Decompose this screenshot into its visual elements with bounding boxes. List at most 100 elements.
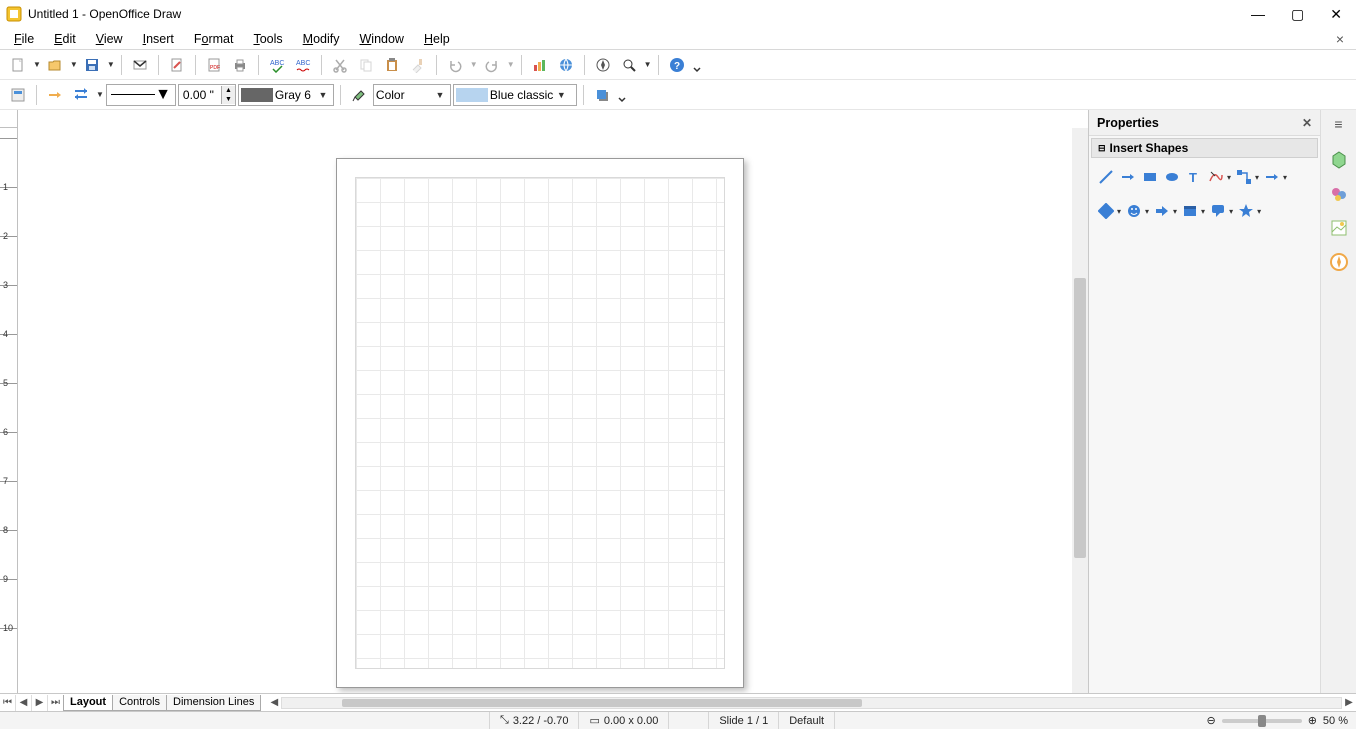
tab-nav-next[interactable]: ▶ [32,695,48,711]
layer-tab-dimension[interactable]: Dimension Lines [166,695,261,711]
zoom-out-button[interactable]: ⊖ [1206,714,1215,727]
lines-arrows-dropdown[interactable]: ▾ [1283,173,1287,182]
close-document-button[interactable]: × [1328,31,1352,47]
basic-shapes-dropdown[interactable]: ▾ [1117,207,1121,216]
status-template[interactable]: Default [779,712,835,729]
save-dropdown[interactable]: ▼ [107,60,115,69]
edit-file-button[interactable] [165,53,189,77]
zoom-slider-knob[interactable] [1258,715,1266,727]
gallery-tab-icon[interactable] [1327,216,1351,240]
spellcheck-button[interactable]: ABC [265,53,289,77]
tab-nav-last[interactable]: ⏭ [48,695,64,711]
stars-dropdown[interactable]: ▾ [1257,207,1261,216]
flowchart-icon[interactable] [1181,202,1199,220]
line-width-input[interactable] [179,85,221,105]
line-tool-icon[interactable] [1097,168,1115,186]
flowchart-dropdown[interactable]: ▾ [1201,207,1205,216]
undo-button[interactable] [443,53,467,77]
sidebar-close-button[interactable]: ✕ [1302,116,1312,130]
menu-view[interactable]: View [86,30,133,48]
vertical-scrollbar[interactable] [1072,128,1088,693]
callouts-dropdown[interactable]: ▾ [1229,207,1233,216]
help-button[interactable]: ? [665,53,689,77]
auto-spellcheck-button[interactable]: ABC [291,53,315,77]
lines-arrows-tool-icon[interactable] [1263,168,1281,186]
area-color-selector[interactable]: Blue classic ▼ [453,84,577,106]
menu-insert[interactable]: Insert [133,30,184,48]
navigator-tab-icon[interactable] [1327,250,1351,274]
block-arrows-dropdown[interactable]: ▾ [1173,207,1177,216]
area-fill-button[interactable] [347,83,371,107]
tab-nav-prev[interactable]: ◀ [16,695,32,711]
redo-button[interactable] [480,53,504,77]
stars-icon[interactable] [1237,202,1255,220]
symbol-shapes-dropdown[interactable]: ▾ [1145,207,1149,216]
rectangle-tool-icon[interactable] [1141,168,1159,186]
open-dropdown[interactable]: ▼ [70,60,78,69]
line-color-selector[interactable]: Gray 6 ▼ [238,84,334,106]
insert-shapes-header[interactable]: ⊟ Insert Shapes [1091,138,1318,158]
export-pdf-button[interactable]: PDF [202,53,226,77]
menu-file[interactable]: File [4,30,44,48]
line-ends-dropdown[interactable]: ▼ [96,90,104,99]
new-button[interactable] [6,53,30,77]
toolbar-overflow-button[interactable] [691,53,703,77]
page[interactable] [336,158,744,688]
shadow-button[interactable] [590,83,614,107]
zoom-value[interactable]: 50 % [1323,715,1348,727]
arrow-style-button[interactable] [43,83,67,107]
paste-button[interactable] [380,53,404,77]
vertical-ruler[interactable]: 12345678910 [0,128,18,693]
redo-dropdown[interactable]: ▼ [507,60,515,69]
menu-window[interactable]: Window [349,30,413,48]
symbol-shapes-icon[interactable] [1125,202,1143,220]
chart-button[interactable] [528,53,552,77]
styles-button[interactable] [6,83,30,107]
zoom-button[interactable] [617,53,641,77]
hscroll-thumb[interactable] [342,699,862,707]
line-width-spinner[interactable]: ▲▼ [178,84,236,106]
menu-tools[interactable]: Tools [243,30,292,48]
save-button[interactable] [80,53,104,77]
drawing-canvas[interactable] [18,128,1088,693]
open-button[interactable] [43,53,67,77]
copy-button[interactable] [354,53,378,77]
vertical-scroll-thumb[interactable] [1074,278,1086,558]
area-mode-selector[interactable]: Color ▼ [373,84,451,106]
properties-tab-icon[interactable] [1327,148,1351,172]
menu-edit[interactable]: Edit [44,30,86,48]
ellipse-tool-icon[interactable] [1163,168,1181,186]
close-window-button[interactable]: ✕ [1330,6,1342,23]
navigator-button[interactable] [591,53,615,77]
sidebar-menu-icon[interactable]: ≡ [1334,116,1342,132]
zoom-dropdown[interactable]: ▼ [644,60,652,69]
connector-dropdown[interactable]: ▾ [1255,173,1259,182]
block-arrows-icon[interactable] [1153,202,1171,220]
hscroll-left[interactable]: ◀ [267,697,281,708]
minimize-button[interactable]: — [1251,6,1265,23]
callouts-icon[interactable] [1209,202,1227,220]
menu-help[interactable]: Help [414,30,460,48]
layer-tab-controls[interactable]: Controls [112,695,167,711]
styles-tab-icon[interactable] [1327,182,1351,206]
new-dropdown[interactable]: ▼ [33,60,41,69]
connector-tool-icon[interactable] [1235,168,1253,186]
line-arrow-tool-icon[interactable] [1119,168,1137,186]
horizontal-scrollbar[interactable]: ◀ ▶ [267,697,1356,709]
maximize-button[interactable]: ▢ [1291,6,1304,23]
zoom-slider[interactable] [1222,719,1302,723]
email-button[interactable] [128,53,152,77]
undo-dropdown[interactable]: ▼ [470,60,478,69]
zoom-in-button[interactable]: ⊕ [1308,714,1317,727]
print-button[interactable] [228,53,252,77]
line-width-up[interactable]: ▲ [221,86,235,95]
format-paintbrush-button[interactable] [406,53,430,77]
hscroll-right[interactable]: ▶ [1342,697,1356,708]
hyperlink-button[interactable] [554,53,578,77]
toolbar2-overflow-button[interactable] [616,83,628,107]
cut-button[interactable] [328,53,352,77]
basic-shapes-icon[interactable] [1097,202,1115,220]
line-ends-button[interactable] [69,83,93,107]
curve-dropdown[interactable]: ▾ [1227,173,1231,182]
text-tool-icon[interactable]: T [1185,168,1203,186]
